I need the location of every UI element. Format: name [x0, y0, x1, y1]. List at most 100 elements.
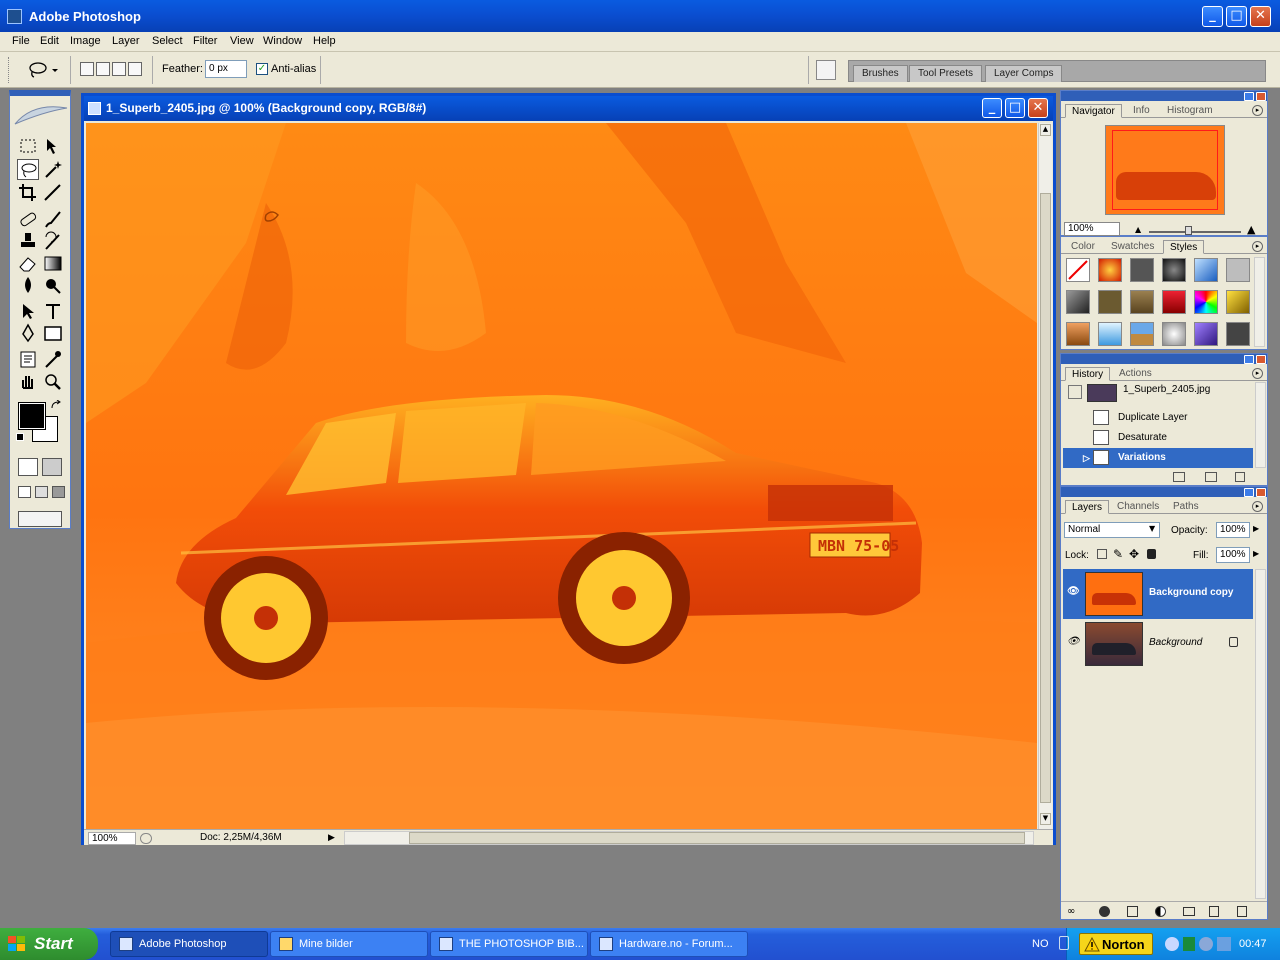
screen-mode-full-icon[interactable] — [52, 486, 65, 498]
dodge-tool-icon[interactable] — [42, 275, 64, 296]
style-swatch[interactable] — [1130, 290, 1154, 314]
start-button[interactable]: Start — [0, 928, 98, 960]
tab-actions[interactable]: Actions — [1113, 367, 1158, 381]
intersect-selection-icon[interactable] — [128, 62, 142, 76]
history-step-active[interactable]: ▷ Variations — [1063, 448, 1253, 468]
tab-styles[interactable]: Styles — [1163, 240, 1205, 254]
well-tab-layer-comps[interactable]: Layer Comps — [985, 65, 1063, 82]
tray-users-icon[interactable] — [1217, 937, 1231, 951]
doc-maximize-button[interactable]: □ — [1005, 98, 1025, 118]
menu-window[interactable]: Window — [263, 35, 302, 47]
zoom-field[interactable]: 100% — [88, 832, 136, 845]
lock-image-icon[interactable]: ✎ — [1113, 547, 1123, 561]
lock-all-icon[interactable] — [1147, 549, 1156, 559]
marquee-tool-icon[interactable] — [17, 136, 39, 157]
tray-excel-icon[interactable] — [1183, 937, 1195, 951]
fill-slider-arrow-icon[interactable]: ▶ — [1253, 549, 1259, 558]
panel-menu-icon[interactable]: ▸ — [1252, 501, 1263, 512]
history-brush-icon[interactable] — [42, 231, 64, 252]
scroll-down-icon[interactable]: ▼ — [1040, 813, 1051, 825]
history-snapshot[interactable]: 1_Superb_2405.jpg — [1063, 382, 1253, 402]
style-swatch[interactable] — [1194, 290, 1218, 314]
task-photoshop-bible[interactable]: THE PHOTOSHOP BIB... — [430, 931, 588, 957]
subtract-selection-icon[interactable] — [112, 62, 126, 76]
tab-layers[interactable]: Layers — [1065, 500, 1110, 514]
clone-stamp-icon[interactable] — [17, 231, 39, 252]
link-layers-icon[interactable]: ∞ — [1067, 906, 1075, 917]
add-selection-icon[interactable] — [96, 62, 110, 76]
move-tool-icon[interactable] — [42, 136, 64, 157]
tray-settings-icon[interactable] — [1199, 937, 1213, 951]
close-button[interactable]: ✕ — [1250, 6, 1271, 27]
zoom-slider-track[interactable] — [1149, 231, 1241, 233]
eraser-tool-icon[interactable] — [17, 253, 39, 274]
notes-tool-icon[interactable] — [17, 349, 39, 370]
panel-minimize-button[interactable] — [1244, 355, 1254, 364]
gradient-tool-icon[interactable] — [42, 253, 64, 274]
swap-colors-icon[interactable] — [50, 400, 62, 410]
screen-mode-full-menu-icon[interactable] — [35, 486, 48, 498]
layers-scrollbar[interactable] — [1255, 569, 1266, 899]
opacity-field[interactable]: 100% — [1216, 522, 1250, 538]
style-swatch[interactable] — [1066, 290, 1090, 314]
lock-transparency-icon[interactable] — [1097, 549, 1107, 559]
vertical-scroll-thumb[interactable] — [1040, 193, 1051, 803]
style-swatch[interactable] — [1162, 322, 1186, 346]
antialias-checkbox[interactable]: ✓ — [256, 63, 268, 75]
tray-back-icon[interactable] — [1165, 937, 1179, 951]
opacity-slider-arrow-icon[interactable]: ▶ — [1253, 524, 1259, 533]
new-document-from-state-icon[interactable] — [1173, 472, 1185, 482]
blend-mode-select[interactable]: Normal — [1064, 522, 1160, 538]
eye-icon[interactable]: 👁 — [1067, 586, 1080, 597]
new-selection-icon[interactable] — [80, 62, 94, 76]
brush-tool-icon[interactable] — [42, 209, 64, 230]
menu-help[interactable]: Help — [313, 35, 336, 47]
new-snapshot-icon[interactable] — [1205, 472, 1217, 482]
tray-network-icon[interactable] — [1059, 936, 1069, 950]
zoom-tool-icon[interactable] — [42, 371, 64, 392]
lock-position-icon[interactable]: ✥ — [1129, 547, 1139, 561]
pen-tool-icon[interactable] — [17, 323, 39, 344]
language-indicator[interactable]: NO — [1032, 938, 1049, 950]
well-tab-brushes[interactable]: Brushes — [853, 65, 908, 82]
panel-menu-icon[interactable]: ▸ — [1252, 368, 1263, 379]
hand-tool-icon[interactable] — [17, 371, 39, 392]
lasso-tool-icon[interactable] — [17, 159, 39, 180]
crop-tool-icon[interactable] — [17, 182, 39, 203]
scroll-up-icon[interactable]: ▲ — [1040, 124, 1051, 136]
layer-mask-icon[interactable] — [1127, 906, 1138, 917]
feather-input[interactable]: 0 px — [205, 60, 247, 78]
task-photoshop[interactable]: Adobe Photoshop — [110, 931, 268, 957]
style-swatch[interactable] — [1194, 322, 1218, 346]
style-swatch[interactable] — [1098, 290, 1122, 314]
navigator-zoom-field[interactable]: 100% — [1064, 222, 1120, 236]
image-canvas[interactable]: MBN 75-05 — [86, 123, 1037, 829]
style-swatch[interactable] — [1226, 290, 1250, 314]
menu-filter[interactable]: Filter — [193, 35, 217, 47]
eyedropper-icon[interactable] — [42, 349, 64, 370]
maximize-button[interactable]: □ — [1226, 6, 1247, 27]
history-scrollbar[interactable] — [1255, 382, 1266, 468]
tab-info[interactable]: Info — [1127, 104, 1156, 118]
styles-scrollbar[interactable] — [1254, 257, 1265, 347]
slice-tool-icon[interactable] — [42, 182, 64, 203]
style-swatch[interactable] — [1098, 322, 1122, 346]
default-colors-icon[interactable] — [16, 433, 24, 441]
panel-menu-icon[interactable]: ▸ — [1252, 241, 1263, 252]
vertical-scrollbar[interactable]: ▲ ▼ — [1038, 123, 1052, 829]
status-menu-arrow-icon[interactable]: ▶ — [328, 833, 335, 843]
layer-style-icon[interactable] — [1099, 906, 1110, 917]
tab-navigator[interactable]: Navigator — [1065, 104, 1122, 118]
quick-mask-icon[interactable] — [42, 458, 62, 476]
menu-select[interactable]: Select — [152, 35, 183, 47]
shape-tool-icon[interactable] — [42, 323, 64, 344]
task-hardware-forum[interactable]: Hardware.no - Forum... — [590, 931, 748, 957]
norton-button[interactable]: Norton — [1079, 933, 1153, 955]
new-group-icon[interactable] — [1183, 907, 1195, 916]
layer-row-background-copy[interactable]: 👁 Background copy — [1063, 569, 1253, 619]
panel-close-button[interactable] — [1256, 355, 1266, 364]
screen-mode-standard-icon[interactable] — [18, 486, 31, 498]
tab-channels[interactable]: Channels — [1111, 500, 1165, 514]
navigator-thumbnail[interactable] — [1105, 125, 1225, 215]
path-selection-icon[interactable] — [17, 301, 39, 322]
